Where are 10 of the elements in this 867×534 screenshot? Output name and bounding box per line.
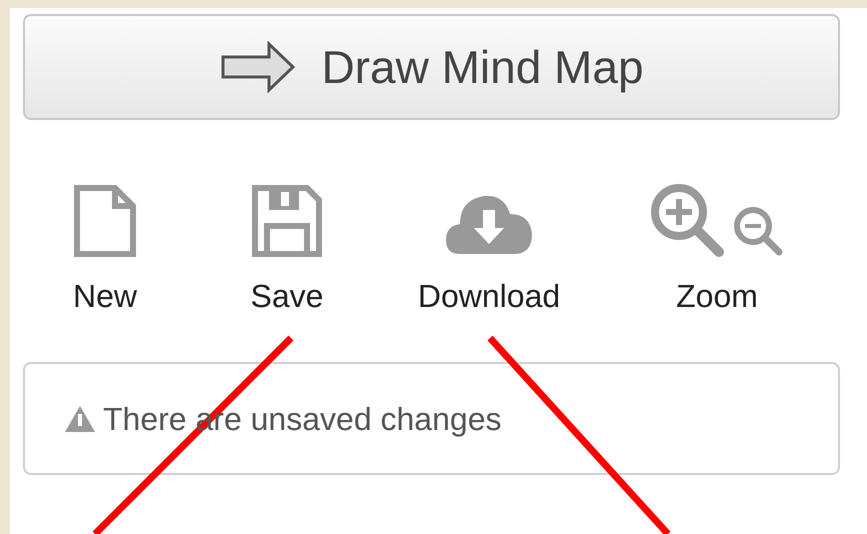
zoom-out-icon bbox=[733, 206, 785, 258]
new-tool-button[interactable]: New bbox=[50, 172, 160, 320]
right-arrow-icon bbox=[219, 41, 298, 93]
warning-icon bbox=[63, 404, 97, 434]
draw-mind-map-button[interactable]: Draw Mind Map bbox=[23, 14, 840, 120]
zoom-tool-button[interactable]: Zoom bbox=[637, 172, 797, 320]
document-icon bbox=[73, 184, 137, 258]
zoom-in-icon bbox=[649, 182, 725, 258]
save-tool-button[interactable]: Save bbox=[232, 172, 342, 320]
download-tool-button[interactable]: Download bbox=[399, 172, 579, 320]
